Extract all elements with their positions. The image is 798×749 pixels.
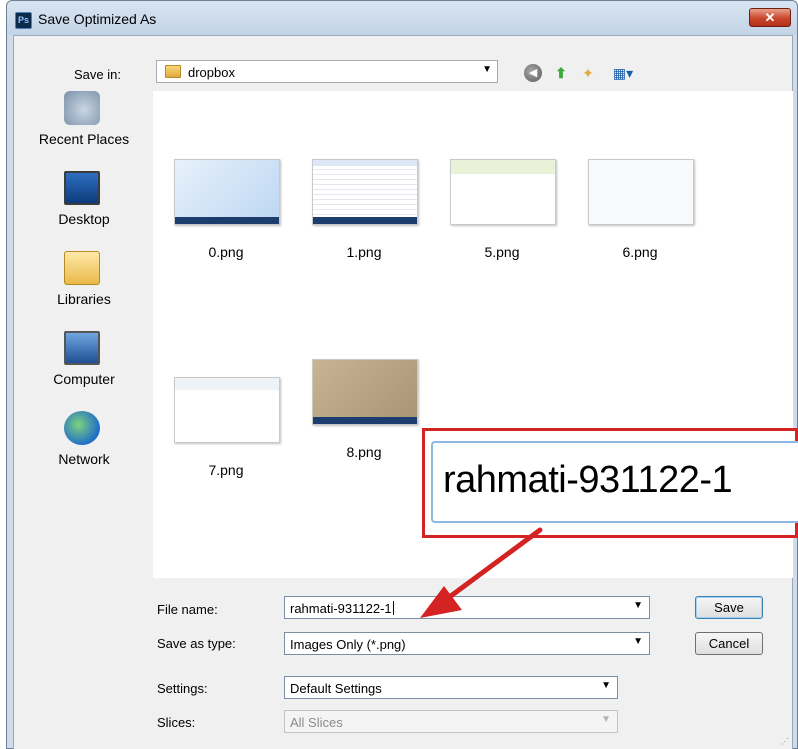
file-thumbnail	[588, 159, 694, 225]
chevron-down-icon: ▼	[633, 636, 643, 647]
annotation-arrow	[420, 527, 543, 618]
libraries-icon	[64, 251, 100, 285]
back-icon[interactable]: ◀	[524, 64, 542, 82]
file-thumbnail	[174, 377, 280, 443]
cancel-button[interactable]: Cancel	[695, 632, 763, 655]
dialog-title: Save Optimized As	[38, 11, 157, 27]
file-item[interactable]: 7.png	[161, 377, 291, 487]
place-label: Libraries	[57, 291, 111, 307]
file-name-label: 5.png	[484, 244, 520, 260]
file-item[interactable]: 6.png	[575, 159, 705, 269]
arrow-shaft	[437, 527, 543, 607]
desktop-icon	[64, 171, 100, 205]
network-icon	[64, 411, 100, 445]
slices-value: All Slices	[290, 715, 343, 730]
file-item[interactable]: 0.png	[161, 159, 291, 269]
settings-label: Settings:	[157, 681, 208, 696]
place-desktop[interactable]: Desktop	[19, 171, 149, 241]
file-thumbnail	[450, 159, 556, 225]
place-recent-places[interactable]: Recent Places	[19, 91, 149, 161]
file-item[interactable]: 5.png	[437, 159, 567, 269]
save-optimized-as-dialog: Ps Save Optimized As ✕ Save in: dropbox …	[6, 0, 798, 749]
save-in-value: dropbox	[188, 65, 235, 80]
save-as-type-label: Save as type:	[157, 636, 236, 651]
slices-label: Slices:	[157, 715, 196, 730]
file-item[interactable]: 8.png	[299, 359, 429, 469]
views-menu-icon[interactable]: ▦▾	[606, 63, 640, 83]
file-thumbnail	[174, 159, 280, 225]
file-name-label: File name:	[157, 602, 218, 617]
save-as-type-value: Images Only (*.png)	[290, 637, 406, 652]
place-label: Recent Places	[38, 131, 130, 147]
place-label: Desktop	[58, 211, 110, 227]
file-name-label: 8.png	[346, 444, 382, 460]
chevron-down-icon: ▼	[482, 64, 492, 75]
chevron-down-icon: ▼	[601, 680, 611, 691]
save-in-label: Save in:	[74, 67, 121, 82]
chevron-down-icon[interactable]: ▼	[633, 600, 643, 611]
place-label: Network	[58, 451, 110, 467]
settings-dropdown[interactable]: Default Settings ▼	[284, 676, 618, 699]
file-item[interactable]: 1.png	[299, 159, 429, 269]
places-bar: Recent Places Desktop Libraries Computer…	[19, 91, 149, 578]
place-network[interactable]: Network	[19, 411, 149, 481]
file-thumbnail	[312, 359, 418, 425]
place-libraries[interactable]: Libraries	[19, 251, 149, 321]
save-as-type-dropdown[interactable]: Images Only (*.png) ▼	[284, 632, 650, 655]
dialog-body: Save in: dropbox ▼ ◀ ⬆ ✦ ▦▾ Recent Place…	[13, 35, 793, 749]
chevron-down-icon: ▼	[601, 714, 611, 725]
file-name-label: 6.png	[622, 244, 658, 260]
computer-icon	[64, 331, 100, 365]
photoshop-icon: Ps	[15, 12, 32, 29]
zoom-callout-text: rahmati-931122-1	[443, 459, 733, 501]
file-thumbnail	[312, 159, 418, 225]
place-computer[interactable]: Computer	[19, 331, 149, 401]
recent-places-icon	[64, 91, 100, 125]
file-name-label: 0.png	[208, 244, 244, 260]
save-in-dropdown[interactable]: dropbox ▼	[156, 60, 498, 83]
new-folder-icon[interactable]: ✦	[578, 63, 598, 83]
title-bar[interactable]: Ps Save Optimized As ✕	[7, 1, 797, 35]
folder-icon	[165, 65, 181, 78]
place-label: Computer	[53, 371, 115, 387]
save-button[interactable]: Save	[695, 596, 763, 619]
resize-grip[interactable]: ⋰	[781, 737, 789, 746]
file-name-value: rahmati-931122-1	[290, 601, 394, 616]
file-name-label: 7.png	[208, 462, 244, 478]
slices-dropdown: All Slices ▼	[284, 710, 618, 733]
up-folder-icon[interactable]: ⬆	[551, 63, 571, 83]
settings-value: Default Settings	[290, 681, 382, 696]
file-name-label: 1.png	[346, 244, 382, 260]
close-button[interactable]: ✕	[749, 8, 791, 27]
zoom-callout-field: rahmati-931122-1	[431, 441, 798, 523]
